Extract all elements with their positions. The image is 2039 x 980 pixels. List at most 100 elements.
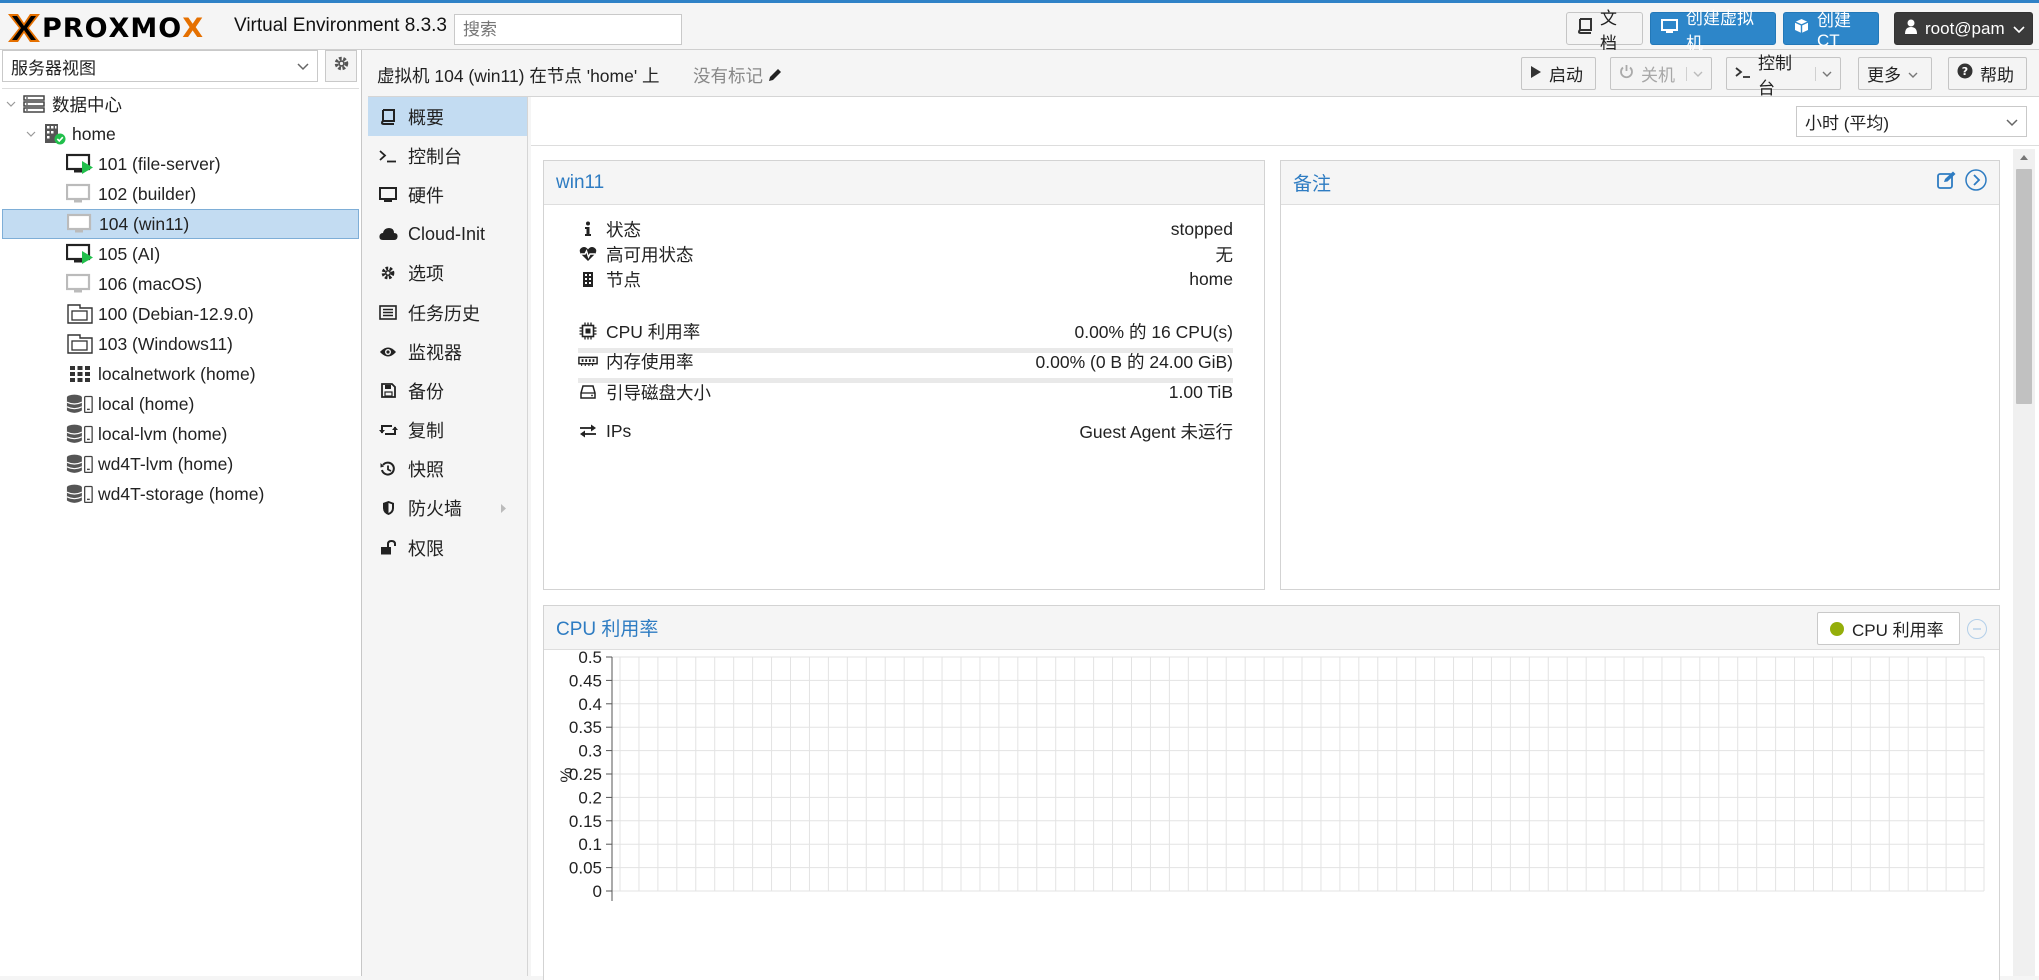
tree-item-label: localnetwork (home) <box>98 363 256 384</box>
y-tick-label: 0 <box>593 882 602 901</box>
vm-nav-menu: 概要 控制台 硬件 Cloud-Init 选项 任务历史 监视器备份复制快照 防火墙权限 <box>368 97 528 976</box>
chart-collapse-icon[interactable] <box>1967 619 1987 639</box>
nav-item[interactable]: 概要 <box>368 97 527 137</box>
submenu-arrow-icon[interactable] <box>500 498 507 519</box>
vm-name-title: win11 <box>556 171 605 193</box>
chevron-down-icon[interactable] <box>1686 66 1703 81</box>
tree-item[interactable]: 101 (file-server) <box>2 149 359 179</box>
cpu-chart: 0.50.450.40.350.30.250.20.150.10.050% <box>557 651 1985 901</box>
tree-item-label: 102 (builder) <box>98 183 197 204</box>
cpu-usage-bar <box>578 348 1233 353</box>
start-button[interactable]: 启动 <box>1521 57 1596 90</box>
proxmox-x-icon <box>8 14 40 42</box>
nav-item[interactable]: 防火墙 <box>368 489 527 528</box>
shutdown-button[interactable]: 关机 <box>1610 57 1712 90</box>
tree-item[interactable]: 104 (win11) <box>2 209 359 239</box>
nav-item-label: 权限 <box>408 538 444 559</box>
y-tick-label: 0.05 <box>569 859 602 878</box>
timeframe-select[interactable]: 小时 (平均) <box>1796 106 2027 137</box>
tree-item-label: 数据中心 <box>52 94 122 115</box>
tree-item[interactable]: wd4T-lvm (home) <box>2 449 359 479</box>
console-button[interactable]: 控制台 <box>1726 54 1841 98</box>
user-icon <box>1905 19 1917 39</box>
tags-area[interactable]: 没有标记 <box>693 63 782 88</box>
tree-item[interactable]: 103 (Windows11) <box>2 329 359 359</box>
gear-icon <box>333 55 350 77</box>
more-button[interactable]: 更多 <box>1858 57 1932 90</box>
nav-item-label: Cloud-Init <box>408 223 486 244</box>
main-scrollbar[interactable] <box>2013 149 2035 976</box>
tree-settings-button[interactable] <box>325 50 357 82</box>
nav-item[interactable]: 权限 <box>368 528 527 567</box>
timeframe-label: 小时 (平均) <box>1805 114 1890 133</box>
edit-icon[interactable] <box>1937 171 1957 195</box>
search-input[interactable] <box>454 14 682 45</box>
status-row-value: Guest Agent 未运行 <box>1079 421 1233 442</box>
nav-item[interactable]: 监视器 <box>368 332 527 371</box>
status-row-value: home <box>1189 268 1233 289</box>
nav-item[interactable]: 硬件 <box>368 175 527 214</box>
tree-item[interactable]: local-lvm (home) <box>2 419 359 449</box>
y-tick-label: 0.45 <box>569 671 602 690</box>
create-vm-button[interactable]: 创建虚拟机 <box>1650 9 1776 53</box>
nav-item-label: 复制 <box>408 421 444 442</box>
nav-item[interactable]: 快照 <box>368 450 527 489</box>
notes-panel-header: 备注 <box>1281 161 1999 205</box>
expand-chevron-icon[interactable] <box>6 101 20 108</box>
y-tick-label: 0.4 <box>578 695 602 714</box>
terminal-icon <box>378 149 398 163</box>
tags-label: 没有标记 <box>693 66 763 86</box>
status-row-label: 高可用状态 <box>578 242 694 267</box>
list-icon <box>378 305 398 320</box>
vm-template-icon <box>66 302 94 326</box>
storage-icon <box>66 452 94 476</box>
docs-button[interactable]: 文档 <box>1566 9 1643 53</box>
nav-item[interactable]: 选项 <box>368 254 527 293</box>
tree-item[interactable]: 106 (macOS) <box>2 269 359 299</box>
nav-item[interactable]: 复制 <box>368 411 527 450</box>
status-row-label: CPU 利用率 <box>578 319 700 344</box>
help-button[interactable]: ? 帮助 <box>1948 57 2027 90</box>
node-online-icon <box>40 122 68 146</box>
tree-item[interactable]: local (home) <box>2 389 359 419</box>
tree-item[interactable]: 102 (builder) <box>2 179 359 209</box>
monitor-icon <box>378 186 398 203</box>
status-row-label-text: 状态 <box>606 219 641 240</box>
pencil-icon[interactable] <box>768 66 782 86</box>
tree-item-label: local-lvm (home) <box>98 423 228 444</box>
status-row: IPs Guest Agent 未运行 <box>578 417 1233 445</box>
nav-item[interactable]: 备份 <box>368 371 527 410</box>
status-row-label-text: IPs <box>606 420 632 441</box>
tree-item[interactable]: wd4T-storage (home) <box>2 479 359 509</box>
scroll-up-icon[interactable] <box>2019 154 2029 161</box>
tree-item[interactable]: 105 (AI) <box>2 239 359 269</box>
chevron-down-icon <box>1908 64 1918 84</box>
play-icon <box>1530 64 1542 84</box>
nav-item[interactable]: 任务历史 <box>368 293 527 332</box>
question-circle-icon: ? <box>1957 63 1973 84</box>
tree-item[interactable]: localnetwork (home) <box>2 359 359 389</box>
cpu-chart-header: CPU 利用率 <box>544 606 1999 650</box>
cpu-legend-toggle[interactable]: CPU 利用率 <box>1817 612 1960 645</box>
scrollbar-thumb[interactable] <box>2016 169 2032 404</box>
status-row-value: 无 <box>1215 244 1234 265</box>
status-row: 高可用状态 无 <box>578 240 1233 268</box>
nav-item[interactable]: Cloud-Init <box>368 215 527 254</box>
sdn-grid-icon <box>66 362 94 386</box>
retweet-icon <box>378 423 398 437</box>
vm-header-title: 虚拟机 104 (win11) 在节点 'home' 上 <box>377 66 660 86</box>
status-row-label-text: 高可用状态 <box>606 244 694 265</box>
expand-chevron-icon[interactable] <box>26 131 40 138</box>
divider <box>531 145 2039 146</box>
tree-item[interactable]: home <box>2 119 359 149</box>
tree-item[interactable]: 数据中心 <box>2 89 359 119</box>
tree-item[interactable]: 100 (Debian-12.9.0) <box>2 299 359 329</box>
nav-item-label: 备份 <box>408 381 444 402</box>
proxmox-logo[interactable]: PRO X MO X <box>6 11 204 45</box>
create-ct-button[interactable]: 创建 CT <box>1783 11 1879 50</box>
user-menu-button[interactable]: root@pam <box>1894 12 2033 45</box>
server-view-select[interactable]: 服务器视图 <box>2 50 318 82</box>
chevron-down-icon[interactable] <box>1815 66 1832 81</box>
nav-item[interactable]: 控制台 <box>368 136 527 175</box>
collapse-circle-icon[interactable] <box>1965 168 1987 197</box>
